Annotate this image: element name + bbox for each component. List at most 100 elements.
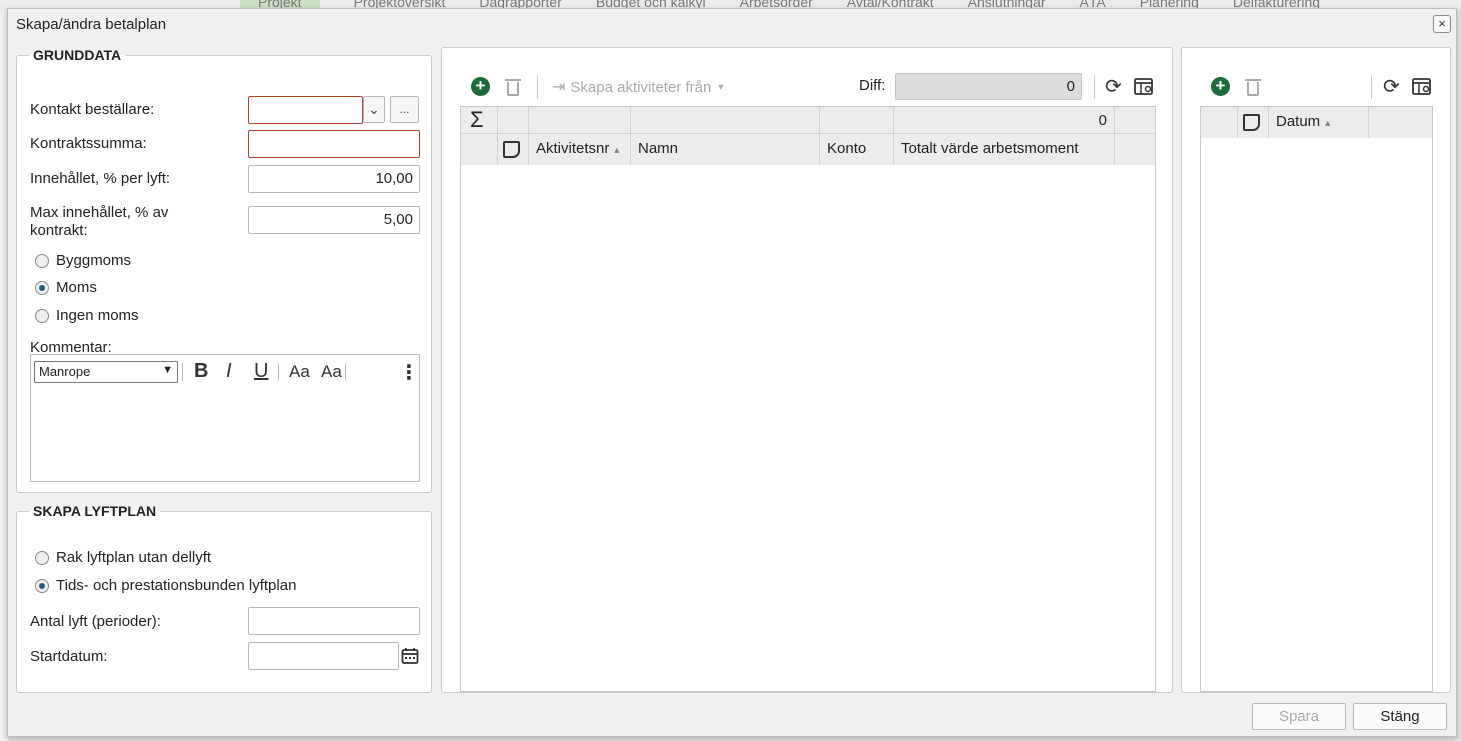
grunddata-group: GRUNDDATA Kontakt beställare: ⌄ ... Kont… [16,47,432,493]
dates-panel: + ⟳ Datum ▲ [1181,47,1451,693]
grid-settings-icon[interactable] [1134,77,1154,96]
italic-icon[interactable]: I [226,360,232,383]
sort-ascending-icon: ▲ [1323,118,1333,128]
toolbar-divider [345,363,346,381]
toolbar-divider [1094,75,1095,99]
caret-down-icon: ▼ [716,82,726,92]
toolbar-divider [537,75,538,99]
delete-date-trash-icon[interactable] [1245,78,1261,96]
summary-cell [529,107,631,133]
dates-grid: Datum ▲ [1200,106,1433,692]
radio-label: Rak lyftplan utan dellyft [56,549,212,566]
note-icon [1243,114,1260,131]
delete-activity-trash-icon[interactable] [505,78,521,96]
diff-label: Diff: [859,77,886,94]
refresh-icon[interactable]: ⟳ [1383,74,1400,99]
summary-row: Σ 0 [461,107,1155,134]
sigma-icon: Σ [470,107,484,132]
kontraktssumma-input[interactable] [248,130,420,158]
font-color-icon[interactable]: Aa [321,362,342,382]
radio-label: Moms [56,279,97,296]
column-label: Namn [638,140,679,157]
header-cell [461,134,498,165]
kommentar-editor[interactable]: Manrope ▼ B I U Aa Aa ⋮ [30,354,420,482]
font-size-icon[interactable]: Aa [289,362,310,382]
radio-checked-icon [35,280,49,295]
radio-label: Ingen moms [56,307,139,324]
header-cell [498,134,529,165]
radio-rak-lyftplan[interactable]: Rak lyftplan utan dellyft [35,549,211,566]
calendar-icon[interactable] [401,647,419,665]
bold-icon[interactable]: B [194,360,208,383]
column-label: Konto [827,140,867,157]
toolbar-divider [1371,75,1372,99]
kontraktssumma-label: Kontraktssumma: [30,135,147,152]
column-header-aktivitetsnr[interactable]: Aktivitetsnr ▲ [529,134,631,165]
toolbar-divider [182,363,183,381]
column-label: Aktivitetsnr [536,140,610,157]
dialog-title: Skapa/ändra betalplan [16,16,167,33]
activities-panel: + ⇥ Skapa aktiviteter från ▼ Diff: 0 ⟳ Σ [441,47,1173,693]
max-innehallet-label: Max innehållet, % av kontrakt: [30,204,169,239]
radio-icon [35,550,49,565]
toolbar-divider [278,363,279,381]
innehallet-label: Innehållet, % per lyft: [30,170,171,187]
kontakt-dropdown-chevron-down-icon[interactable]: ⌄ [363,96,385,123]
diff-value: 0 [895,73,1082,100]
radio-label: Byggmoms [56,252,132,269]
startdatum-label: Startdatum: [30,648,108,665]
lyftplan-group: SKAPA LYFTPLAN Rak lyftplan utan dellyft… [16,503,432,693]
summary-cell [498,107,529,133]
column-label: Totalt värde arbetsmoment [901,140,1079,157]
radio-byggmoms[interactable]: Byggmoms [35,252,131,269]
dialog-titlebar: Skapa/ändra betalplan × [8,9,1456,39]
innehallet-input[interactable]: 10,00 [248,165,420,193]
summary-cell: Σ [461,107,498,133]
header-cell [1238,107,1269,138]
sort-ascending-icon: ▲ [612,145,622,155]
header-cell [1201,107,1238,138]
summary-total-value: 0 [894,107,1115,133]
underline-icon[interactable]: U [254,360,268,383]
lyftplan-legend: SKAPA LYFTPLAN [33,503,157,519]
radio-icon [35,308,49,323]
radio-icon [35,253,49,268]
more-options-icon[interactable]: ⋮ [399,360,419,385]
radio-moms[interactable]: Moms [35,279,97,296]
close-icon[interactable]: × [1433,15,1451,33]
column-header-namn[interactable]: Namn [631,134,820,165]
font-select-value: Manrope [39,364,91,379]
antal-lyft-label: Antal lyft (perioder): [30,613,161,630]
refresh-icon[interactable]: ⟳ [1105,74,1122,99]
summary-cell [820,107,894,133]
dates-header-row: Datum ▲ [1201,107,1432,138]
create-activities-from-button[interactable]: ⇥ Skapa aktiviteter från ▼ [552,77,725,97]
column-header-konto[interactable]: Konto [820,134,894,165]
kontakt-label: Kontakt beställare: [30,101,155,118]
activities-header-row: Aktivitetsnr ▲ Namn Konto Totalt värde ar… [461,134,1155,165]
import-icon: ⇥ [552,79,566,96]
antal-lyft-input[interactable] [248,607,420,635]
radio-tids-prestation[interactable]: Tids- och prestationsbunden lyftplan [35,577,296,594]
chevron-down-icon: ▼ [162,364,173,376]
payment-plan-dialog: Skapa/ändra betalplan × GRUNDDATA Kontak… [7,8,1457,737]
save-button[interactable]: Spara [1252,703,1346,730]
radio-checked-icon [35,578,49,593]
add-date-plus-icon[interactable]: + [1211,77,1230,96]
close-button[interactable]: Stäng [1353,703,1447,730]
add-activity-plus-icon[interactable]: + [471,77,490,96]
column-header-totalt-varde[interactable]: Totalt värde arbetsmoment [894,134,1115,165]
startdatum-input[interactable] [248,642,399,670]
create-activities-from-label: Skapa aktiviteter från [570,78,712,96]
radio-label: Tids- och prestationsbunden lyftplan [56,577,297,594]
note-icon [503,141,520,158]
column-label: Datum [1276,113,1321,130]
grunddata-legend: GRUNDDATA [33,47,122,63]
kontakt-input[interactable] [248,96,363,124]
max-innehallet-input[interactable]: 5,00 [248,206,420,234]
kontakt-browse-button[interactable]: ... [390,96,419,123]
font-select[interactable]: Manrope ▼ [34,361,178,383]
radio-ingen-moms[interactable]: Ingen moms [35,307,139,324]
column-header-datum[interactable]: Datum ▲ [1269,107,1369,138]
grid-settings-icon[interactable] [1412,77,1432,96]
